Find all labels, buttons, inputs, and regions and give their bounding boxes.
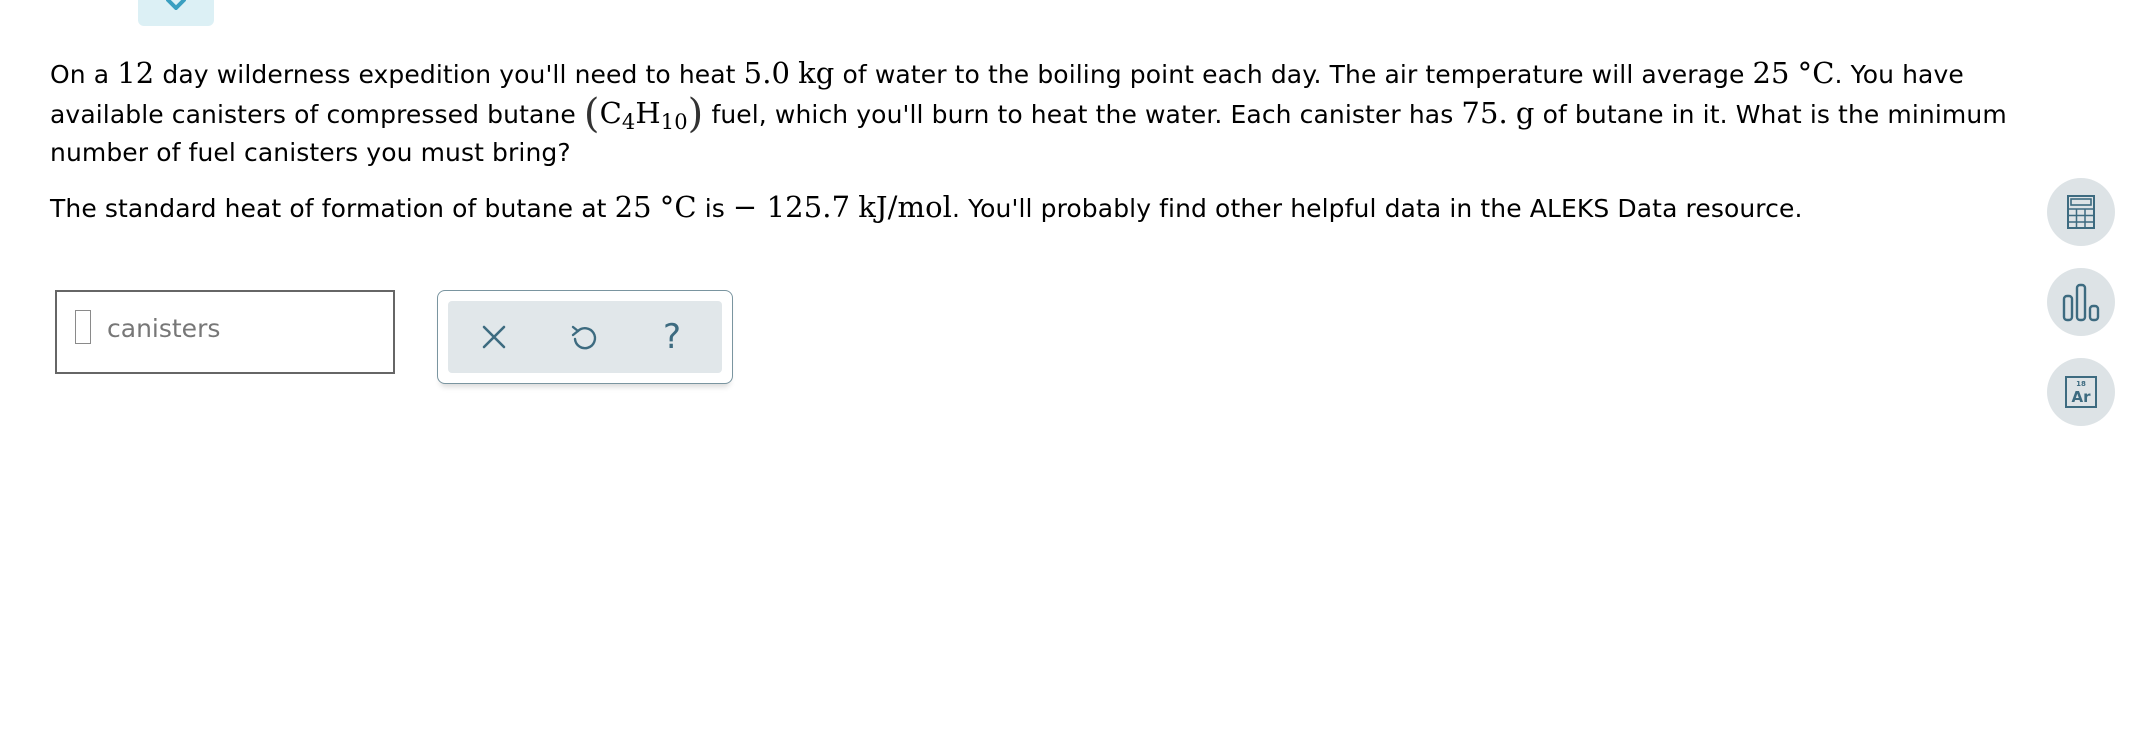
- formula-carbon-subscript: 4: [621, 110, 636, 134]
- data-resource-button[interactable]: [2047, 268, 2115, 336]
- mass-value: 5.0: [743, 56, 791, 90]
- question-text: On a 12 day wilderness expedition you'll…: [50, 54, 2010, 228]
- mass-unit: kg: [798, 56, 835, 90]
- answer-input[interactable]: canisters: [55, 290, 395, 374]
- temperature-unit: °C: [659, 190, 697, 224]
- text: is: [704, 194, 725, 223]
- answer-unit-label: canisters: [107, 314, 221, 343]
- heat-of-formation-unit: kJ/mol: [858, 190, 953, 224]
- question-paragraph-1: On a 12 day wilderness expedition you'll…: [50, 54, 2010, 172]
- answer-cursor-slot[interactable]: [75, 310, 91, 344]
- text: The standard heat of formation of butane…: [50, 194, 607, 223]
- question-paragraph-2: The standard heat of formation of butane…: [50, 188, 2010, 228]
- chevron-down-icon: [166, 0, 186, 10]
- butane-formula: (C4H10): [583, 91, 704, 137]
- canister-mass-value: 75.: [1461, 96, 1508, 130]
- text: day wilderness expedition you'll need to…: [162, 60, 736, 89]
- help-button[interactable]: ?: [648, 313, 696, 361]
- undo-button[interactable]: [560, 313, 608, 361]
- formula-hydrogen-subscript: 10: [660, 110, 688, 134]
- formula-hydrogen: H: [635, 96, 661, 130]
- canister-mass-unit: g: [1515, 96, 1535, 130]
- answer-tools-panel: ?: [437, 290, 733, 384]
- text: . You'll probably find other helpful dat…: [952, 194, 1803, 223]
- temperature-unit: °C: [1797, 56, 1835, 90]
- calculator-icon: [2067, 195, 2095, 229]
- question-mark-icon: ?: [662, 317, 682, 357]
- undo-icon: [571, 325, 597, 350]
- bar-chart-icon: [2062, 283, 2100, 322]
- heat-of-formation-value: − 125.7: [732, 190, 851, 224]
- days-value: 12: [117, 56, 155, 90]
- text: On a: [50, 60, 110, 89]
- temperature-value: 25: [614, 190, 652, 224]
- periodic-icon-number: 18: [2076, 380, 2086, 388]
- text: of water to the boiling point each day. …: [842, 60, 1745, 89]
- answer-tools-bar: ?: [448, 301, 722, 373]
- periodic-table-button[interactable]: 18 Ar: [2047, 358, 2115, 426]
- formula-carbon: C: [599, 96, 622, 130]
- text: fuel, which you'll burn to heat the wate…: [711, 100, 1454, 129]
- expand-tab[interactable]: [138, 0, 214, 26]
- periodic-icon-symbol: Ar: [2071, 388, 2091, 406]
- clear-button[interactable]: [470, 313, 518, 361]
- close-icon: [482, 325, 506, 349]
- periodic-table-icon: 18 Ar: [2065, 376, 2097, 408]
- temperature-value: 25: [1752, 56, 1790, 90]
- calculator-button[interactable]: [2047, 178, 2115, 246]
